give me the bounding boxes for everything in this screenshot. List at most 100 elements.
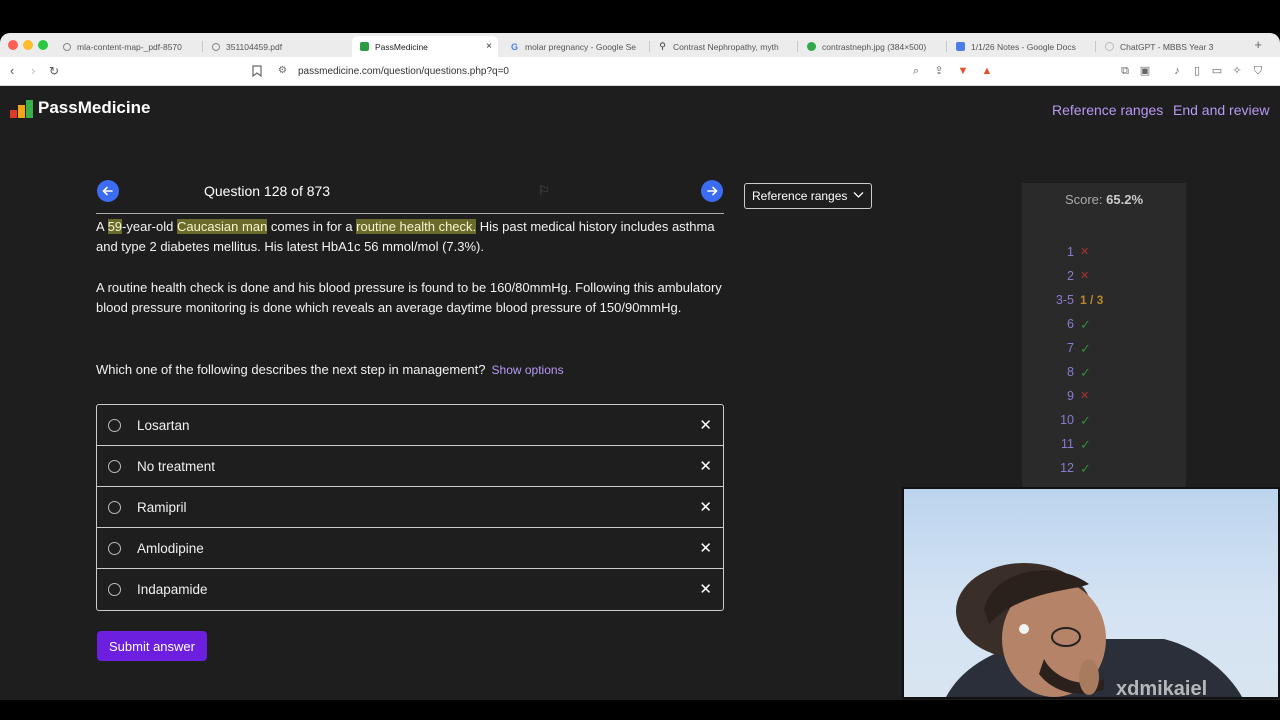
incorrect-cross-icon: ✕ [1080, 270, 1090, 282]
answer-options: Losartan ✕ No treatment ✕ Ramipril ✕ Aml… [96, 404, 724, 611]
radio-button[interactable] [108, 500, 121, 514]
option-amlodipine[interactable]: Amlodipine ✕ [97, 528, 723, 569]
tab-label: mla-content-map-_pdf-8570 [77, 41, 182, 52]
minimize-window-button[interactable] [23, 40, 33, 50]
score-question-number: 3-5 [1055, 293, 1074, 307]
highlight-age: 59 [107, 219, 123, 234]
strike-option-icon[interactable]: ✕ [699, 498, 712, 516]
score-row[interactable]: 3-5 1 / 3 [1022, 293, 1186, 313]
show-options-link[interactable]: Show options [492, 363, 564, 377]
vpn-icon[interactable]: ⛉ [1252, 65, 1264, 77]
globe-icon [63, 42, 71, 51]
score-row[interactable]: 2 ✕ [1022, 269, 1186, 289]
reference-ranges-dropdown[interactable]: Reference ranges [744, 183, 872, 209]
score-question-number: 9 [1067, 389, 1074, 403]
option-label: No treatment [137, 458, 216, 474]
close-tab-icon[interactable]: × [486, 41, 492, 52]
score-question-number: 8 [1067, 365, 1074, 379]
zoom-icon[interactable]: ⌕ [910, 65, 922, 77]
share-icon[interactable]: ⇪ [933, 65, 945, 77]
score-question-number: 7 [1067, 341, 1074, 355]
tab-label: PassMedicine [375, 41, 428, 52]
incorrect-cross-icon: ✕ [1080, 246, 1090, 258]
watermark: xdmikaiel [1116, 678, 1208, 700]
music-icon[interactable]: ♪ [1171, 65, 1183, 77]
tab-google-docs[interactable]: 1/1/26 Notes - Google Docs [948, 36, 1093, 57]
tab-image[interactable]: contrastneph.jpg (384×500) [799, 36, 944, 57]
strike-option-icon[interactable]: ✕ [699, 416, 712, 434]
submit-answer-button[interactable]: Submit answer [97, 631, 207, 661]
strike-option-icon[interactable]: ✕ [699, 539, 712, 557]
option-ramipril[interactable]: Ramipril ✕ [97, 487, 723, 528]
option-losartan[interactable]: Losartan ✕ [97, 405, 723, 446]
tab-contrast-nephropathy[interactable]: ⚲ Contrast Nephropathy, myth [650, 36, 795, 57]
option-label: Ramipril [137, 499, 187, 515]
maximize-window-button[interactable] [38, 40, 48, 50]
next-question-button[interactable] [701, 180, 723, 202]
question-prompt: Which one of the following describes the… [96, 362, 564, 377]
score-question-number: 1 [1067, 245, 1074, 259]
question-stem: A 59-year-old Caucasian man comes in for… [96, 217, 726, 338]
google-icon: G [510, 41, 518, 52]
logo-text: PassMedicine [38, 98, 151, 117]
score-row[interactable]: 6 ✓ [1022, 317, 1186, 337]
score-summary: Score: 65.2% [1064, 192, 1144, 207]
tab-chatgpt[interactable]: ChatGPT - MBBS Year 3 [1097, 36, 1242, 57]
score-question-number: 11 [1061, 437, 1074, 451]
address-bar[interactable]: ⚙ passmedicine.com/question/questions.ph… [272, 61, 1002, 82]
option-no-treatment[interactable]: No treatment ✕ [97, 446, 723, 487]
score-row[interactable]: 10 ✓ [1022, 413, 1186, 433]
correct-check-icon: ✓ [1080, 365, 1091, 380]
rewards-icon[interactable]: ▲ [981, 65, 993, 77]
radio-button[interactable] [108, 541, 121, 555]
radio-button[interactable] [108, 459, 121, 473]
strike-option-icon[interactable]: ✕ [699, 580, 712, 598]
wallet-icon[interactable]: ▭ [1211, 65, 1223, 77]
score-row[interactable]: 1 ✕ [1022, 245, 1186, 265]
stem-paragraph-2: A routine health check is done and his b… [96, 279, 722, 315]
screen: mla-content-map-_pdf-8570 351104459.pdf … [0, 0, 1280, 720]
site-settings-icon[interactable]: ⚙ [278, 65, 287, 76]
tab-search-icon[interactable]: ▣ [1139, 65, 1151, 77]
score-row[interactable]: 8 ✓ [1022, 365, 1186, 385]
tab-passmedicine[interactable]: PassMedicine × [352, 36, 498, 57]
arrow-left-icon [102, 186, 113, 196]
score-row[interactable]: 12 ✓ [1022, 461, 1186, 481]
score-panel: Score: 65.2% 1 ✕ 2 ✕ 3-5 1 / 3 6 ✓ 7 ✓ 8 ✓ 9 ✕ 10 ✓ 11 ✓ 1… [1022, 183, 1186, 513]
tab-label: contrastneph.jpg (384×500) [822, 41, 927, 52]
close-window-button[interactable] [8, 40, 18, 50]
tab-google-search[interactable]: G molar pregnancy - Google Se [502, 36, 647, 57]
webcam-person-image [946, 563, 1242, 697]
url-text: passmedicine.com/question/questions.php?… [298, 66, 509, 77]
radio-button[interactable] [108, 583, 121, 596]
tab-pdf[interactable]: 351104459.pdf [204, 36, 349, 57]
end-and-review-link[interactable]: End and review [1173, 102, 1270, 118]
score-row[interactable]: 9 ✕ [1022, 389, 1186, 409]
tab-mla-content-map[interactable]: mla-content-map-_pdf-8570 [55, 36, 200, 57]
score-row[interactable]: 7 ✓ [1022, 341, 1186, 361]
logo[interactable]: PassMedicine [10, 98, 150, 118]
sidebar-icon[interactable]: ▯ [1191, 65, 1203, 77]
highlight-demographic: Caucasian man [176, 219, 268, 234]
reference-ranges-link[interactable]: Reference ranges [1052, 102, 1163, 118]
tab-bar: mla-content-map-_pdf-8570 351104459.pdf … [0, 33, 1280, 57]
back-icon[interactable]: ‹ [10, 63, 14, 78]
strike-option-icon[interactable]: ✕ [699, 457, 712, 475]
tab-label: 1/1/26 Notes - Google Docs [971, 41, 1076, 52]
new-tab-button[interactable]: + [1254, 37, 1262, 52]
previous-question-button[interactable] [97, 180, 119, 202]
forward-icon[interactable]: › [31, 63, 35, 78]
radio-button[interactable] [108, 418, 121, 432]
flag-icon[interactable]: ⚐ [538, 183, 550, 199]
webcam-overlay [902, 487, 1280, 699]
score-row[interactable]: 11 ✓ [1022, 437, 1186, 457]
stem-paragraph-1: A 59-year-old Caucasian man comes in for… [96, 219, 715, 255]
extensions-icon[interactable]: ⧉ [1119, 65, 1131, 77]
reload-icon[interactable]: ↻ [49, 64, 59, 78]
docs-icon [956, 42, 965, 51]
bookmark-icon[interactable] [251, 65, 263, 78]
option-indapamide[interactable]: Indapamide ✕ [97, 569, 723, 610]
leo-icon[interactable]: ✧ [1231, 65, 1243, 77]
partial-score-text: 1 / 3 [1080, 293, 1104, 307]
brave-shield-icon[interactable]: ▼ [957, 65, 969, 77]
